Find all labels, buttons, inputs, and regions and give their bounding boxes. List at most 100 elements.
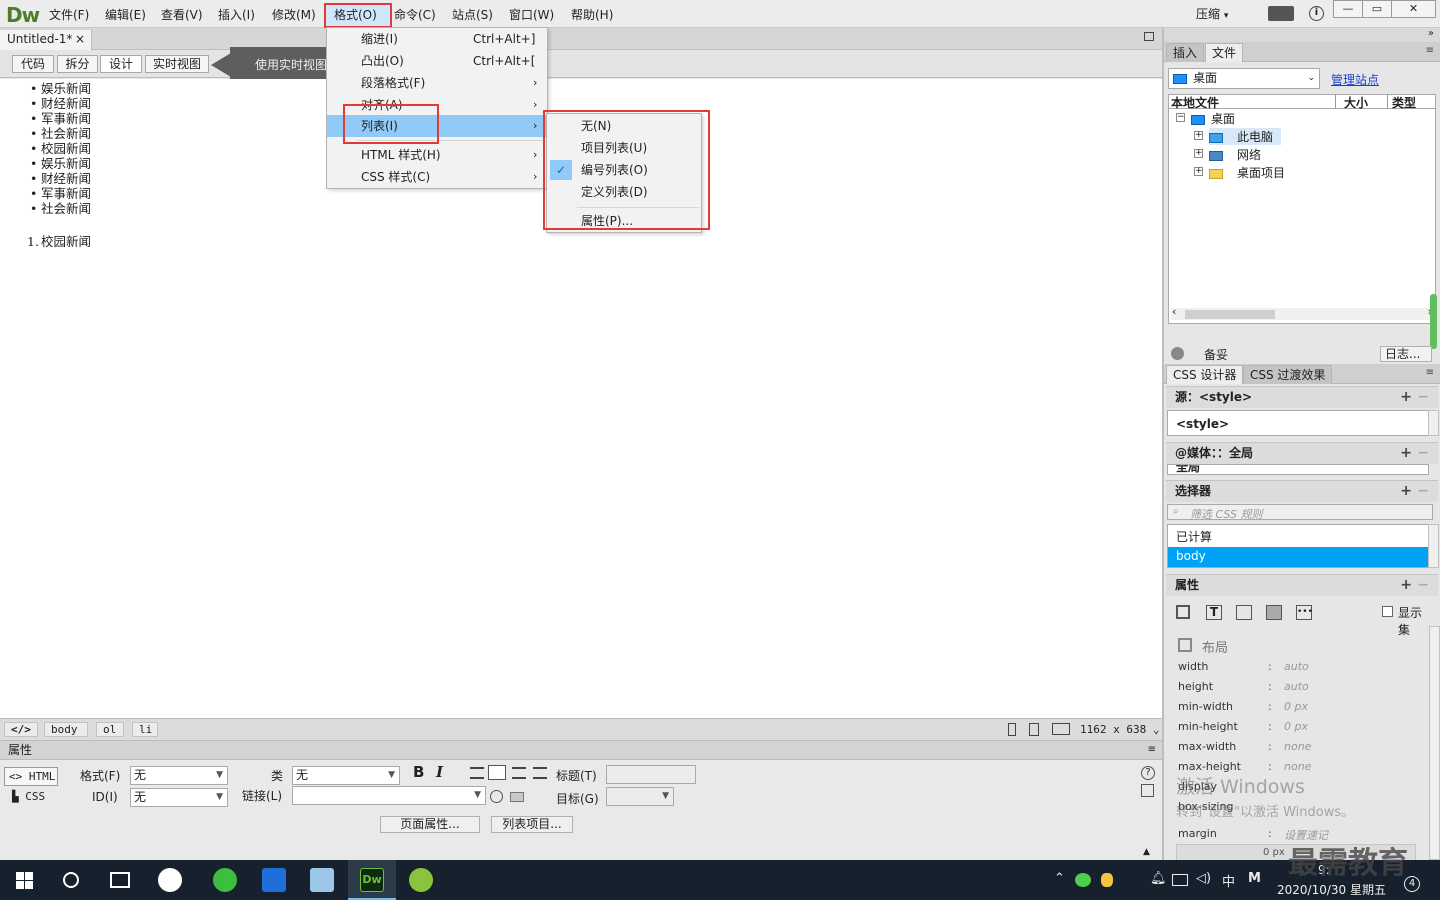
add-source-button[interactable]: + [1400,387,1412,408]
close-icon[interactable]: × [75,30,85,48]
point-to-file-icon[interactable] [490,790,503,803]
text-category-icon[interactable]: T [1206,605,1222,620]
browser-icon[interactable] [213,868,237,892]
notepad-icon[interactable] [310,868,334,892]
title-input[interactable] [606,765,696,784]
tab-css-transitions[interactable]: CSS 过渡效果 [1243,365,1333,384]
info-icon[interactable]: i [1309,6,1324,21]
list-item-button[interactable]: 列表项目... [491,816,573,833]
panel-menu-icon[interactable]: ≡ [1426,45,1434,56]
edit-rule-icon[interactable] [1141,784,1154,797]
remove-selector-button[interactable]: − [1417,481,1429,502]
tag-selector-body[interactable]: body [44,722,88,737]
workspace-switcher[interactable]: 压缩 ▾ [1196,5,1228,22]
menu-modify[interactable]: 修改(M) [272,6,316,23]
prop-value-min-height[interactable]: 0 px [1284,720,1308,733]
vertical-scroll-handle[interactable] [1430,294,1437,349]
page-properties-button[interactable]: 页面属性... [380,816,480,833]
document-tab[interactable]: Untitled-1* × [0,30,92,50]
remove-property-button[interactable]: − [1417,575,1429,596]
css-mode-button[interactable]: ▙ CSS [12,790,45,803]
browse-folder-icon[interactable] [510,792,524,802]
show-set-checkbox[interactable] [1382,606,1393,617]
add-property-button[interactable]: + [1400,575,1412,596]
list-item[interactable]: 社会新闻 [30,126,91,141]
chevron-up-icon[interactable]: ⌃ [1054,871,1065,886]
network-icon[interactable] [1172,874,1188,886]
remove-source-button[interactable]: − [1417,387,1429,408]
menu-view[interactable]: 查看(V) [161,6,203,23]
more-category-icon[interactable]: ••• [1296,605,1313,620]
panel-menu-icon[interactable]: ≡ [1148,741,1156,759]
app-icon-green[interactable] [409,868,433,892]
mobile-size-icon[interactable] [1008,723,1016,736]
menu-edit[interactable]: 编辑(E) [105,6,146,23]
tree-node-desktop-items[interactable]: 桌面项目 [1209,164,1285,181]
windows-start-icon[interactable] [16,872,33,889]
menu-format[interactable]: 格式(O) [334,6,377,23]
background-category-icon[interactable] [1266,605,1282,620]
desktop-size-icon[interactable] [1052,723,1070,735]
code-tag-icon[interactable]: </> [4,722,38,737]
panel-menu-icon[interactable]: ≡ [1426,367,1434,378]
clock-date[interactable]: 2020/10/30 星期五 [1277,881,1386,898]
tab-insert[interactable]: 插入 [1166,43,1205,62]
list-item[interactable]: 财经新闻 [30,171,91,186]
id-select[interactable]: 无 ▼ [130,788,228,807]
list-item[interactable]: 校园新闻 [30,141,91,156]
italic-button[interactable]: I [436,763,443,781]
tag-selector-ol[interactable]: ol [96,722,124,737]
menu-commands[interactable]: 命令(C) [394,6,436,23]
selected-selector-row[interactable]: body [1168,547,1428,567]
expand-toggle-icon[interactable]: + [1194,149,1203,158]
prop-value-width[interactable]: auto [1284,660,1309,673]
log-button[interactable]: 日志... [1380,346,1432,362]
menu-item-html-style[interactable]: HTML 样式(H) › [327,144,547,166]
menu-site[interactable]: 站点(S) [452,6,493,23]
unordered-list-icon[interactable] [470,767,484,779]
layout-category-icon[interactable] [1176,605,1190,619]
menu-item-outdent[interactable]: 凸出(O) Ctrl+Alt+[ [327,50,547,72]
collapse-panel-icon[interactable]: ▲ [1143,847,1150,857]
prop-value-max-width[interactable]: none [1284,740,1311,753]
horizontal-scrollbar[interactable]: ‹ › [1171,305,1433,320]
scrollbar-thumb[interactable] [1185,310,1275,319]
window-size[interactable]: 1162 x 638 ⌄ [1080,723,1159,736]
tag-selector-li[interactable]: li [132,722,158,737]
site-select[interactable]: 桌面 ⌄ [1168,68,1320,89]
ordered-list-item[interactable]: 校园新闻 [41,234,91,249]
class-select[interactable]: 无 ▼ [292,766,400,785]
bold-button[interactable]: B [413,763,424,781]
design-view-button[interactable]: 设计 [100,55,142,73]
add-media-button[interactable]: + [1400,443,1412,464]
restore-document-icon[interactable] [1144,32,1154,41]
expand-toggle-icon[interactable]: + [1194,131,1203,140]
list-item[interactable]: 军事新闻 [30,186,91,201]
expand-toggle-icon[interactable]: + [1194,167,1203,176]
add-selector-button[interactable]: + [1400,481,1412,502]
chevron-left-icon[interactable]: ‹ [1172,305,1176,318]
help-icon[interactable]: ? [1141,766,1155,780]
dreamweaver-taskbar-icon[interactable]: Dw [360,868,384,892]
border-category-icon[interactable] [1236,605,1252,620]
split-view-button[interactable]: 拆分 [57,55,98,73]
wechat-icon[interactable] [1075,873,1091,887]
properties-scrollbar[interactable] [1429,626,1440,860]
media-item[interactable]: 全局 [1176,465,1200,474]
wps-icon[interactable] [262,868,286,892]
menu-item-indent[interactable]: 缩进(I) Ctrl+Alt+] [327,28,547,50]
collapse-toggle-icon[interactable]: − [1176,113,1185,122]
ime-indicator[interactable]: 中 [1222,871,1235,890]
task-view-icon[interactable] [110,872,130,888]
code-view-button[interactable]: 代码 [12,55,54,73]
restore-button[interactable]: ▭ [1362,0,1392,18]
tree-node-desktop[interactable]: 桌面 [1191,110,1235,127]
tree-node-network[interactable]: 网络 [1209,146,1261,163]
prop-value-height[interactable]: auto [1284,680,1309,693]
html-mode-button[interactable]: <> HTML [4,767,58,786]
format-select[interactable]: 无 ▼ [130,766,228,785]
list-item[interactable]: 军事新闻 [30,111,91,126]
selector-scrollbar[interactable] [1428,524,1439,568]
source-item[interactable]: <style> [1176,417,1229,431]
layout-icon[interactable] [1268,6,1294,21]
